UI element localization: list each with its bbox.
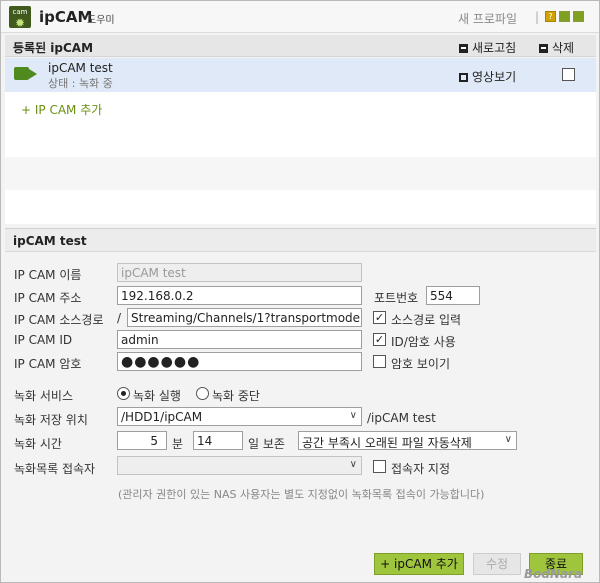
save-location-select[interactable]: /HDD1/ipCAM ∨ (117, 407, 362, 426)
accessor-assign-label: 접속자 지정 (391, 462, 451, 476)
empty-list-row (5, 157, 596, 190)
title-separator: | (535, 10, 540, 24)
id-label: IP CAM ID (14, 333, 73, 347)
record-service-label: 녹화 서비스 (14, 389, 74, 403)
source-path-input[interactable]: Streaming/Channels/1?transportmode=u (127, 308, 362, 327)
minutes-unit: 분 (172, 437, 184, 451)
title-bar: cam ✹ ipCAM 도우미 새 프로파일 | ? (1, 1, 599, 33)
camera-status: 상태 : 녹화 중 (48, 77, 113, 90)
monitor-icon (459, 73, 468, 82)
source-input-checkbox[interactable]: ✓ (373, 311, 386, 324)
accessor-assign-checkbox[interactable] (373, 460, 386, 473)
retention-days-unit: 일 보존 (248, 437, 285, 451)
password-label: IP CAM 암호 (14, 357, 82, 371)
record-time-label: 녹화 시간 (14, 437, 62, 451)
video-camera-icon (14, 67, 37, 80)
refresh-button[interactable]: 새로고침 (459, 39, 516, 56)
port-label: 포트번호 (374, 291, 419, 305)
edit-button[interactable]: 수정 (473, 553, 521, 575)
registered-header: 등록된 ipCAM 새로고침 삭제 (5, 35, 596, 57)
admin-note: (관리자 권한이 있는 NAS 사용자는 별도 지정없이 녹화목록 접속이 가능… (118, 488, 485, 501)
retention-policy-select[interactable]: 공간 부족시 오래된 파일 자동삭제 ∨ (298, 431, 517, 450)
id-password-use-label: ID/암호 사용 (391, 335, 456, 349)
password-input[interactable]: ●●●●●● (117, 352, 362, 371)
source-input-label: 소스경로 입력 (391, 313, 462, 327)
row-checkbox[interactable] (562, 68, 575, 81)
save-location-label: 녹화 저장 위치 (14, 413, 88, 427)
registered-title: 등록된 ipCAM (13, 41, 94, 55)
chevron-down-icon: ∨ (349, 459, 357, 470)
accessor-label: 녹화목록 접속자 (14, 462, 96, 476)
show-password-checkbox[interactable] (373, 355, 386, 368)
id-input[interactable]: admin (117, 330, 362, 349)
app-subtitle: 도우미 (87, 15, 115, 26)
list-item[interactable]: ipCAM test 상태 : 녹화 중 영상보기 (5, 58, 596, 92)
chevron-down-icon: ∨ (504, 434, 512, 445)
help-button[interactable]: ? (545, 11, 556, 22)
live-view-button[interactable]: 영상보기 (459, 68, 516, 85)
source-path-prefix: / (117, 311, 122, 325)
refresh-icon (459, 44, 468, 53)
accessor-select: ∨ (117, 456, 362, 475)
source-path-label: IP CAM 소스경로 (14, 313, 104, 327)
detail-header: ipCAM test (5, 228, 596, 252)
record-run-radio[interactable] (117, 387, 130, 400)
id-password-use-checkbox[interactable]: ✓ (373, 333, 386, 346)
camera-name-field: ipCAM test (117, 263, 362, 282)
close-window-button[interactable] (573, 11, 584, 22)
delete-icon (539, 44, 548, 53)
chevron-down-icon: ∨ (349, 410, 357, 421)
address-input[interactable]: 192.168.0.2 (117, 286, 362, 305)
show-password-label: 암호 보이기 (391, 357, 451, 371)
minimize-button[interactable] (559, 11, 570, 22)
save-location-value: /HDD1/ipCAM (121, 410, 203, 424)
record-stop-label: 녹화 중단 (212, 389, 260, 403)
app-logo-icon: cam ✹ (9, 6, 31, 30)
watermark: BodNara (524, 567, 583, 581)
port-input[interactable]: 554 (426, 286, 480, 305)
gear-icon: ✹ (14, 16, 26, 30)
delete-button[interactable]: 삭제 (539, 39, 574, 56)
refresh-label: 새로고침 (472, 41, 517, 55)
ipcam-helper-window: cam ✹ ipCAM 도우미 새 프로파일 | ? 등록된 ipCAM 새로고… (0, 0, 600, 583)
detail-title: ipCAM test (13, 234, 87, 248)
add-ipcam-link[interactable]: + IP CAM 추가 (21, 101, 102, 118)
live-view-label: 영상보기 (472, 70, 517, 84)
name-label: IP CAM 이름 (14, 268, 82, 282)
add-ipcam-button[interactable]: + ipCAM 추가 (374, 553, 464, 575)
camera-name: ipCAM test (48, 61, 113, 75)
retention-days-input[interactable]: 14 (193, 431, 243, 450)
retention-policy-value: 공간 부족시 오래된 파일 자동삭제 (302, 436, 472, 450)
save-location-suffix: /ipCAM test (367, 411, 436, 425)
address-label: IP CAM 주소 (14, 291, 82, 305)
app-title: ipCAM (39, 8, 93, 26)
record-stop-radio[interactable] (196, 387, 209, 400)
delete-label: 삭제 (552, 41, 575, 55)
app-logo-text: cam (12, 8, 28, 16)
minutes-input[interactable]: 5 (117, 431, 167, 450)
record-run-label: 녹화 실행 (133, 389, 181, 403)
camera-list: ipCAM test 상태 : 녹화 중 영상보기 + IP CAM 추가 (5, 58, 596, 224)
new-profile-button[interactable]: 새 프로파일 (458, 10, 517, 27)
